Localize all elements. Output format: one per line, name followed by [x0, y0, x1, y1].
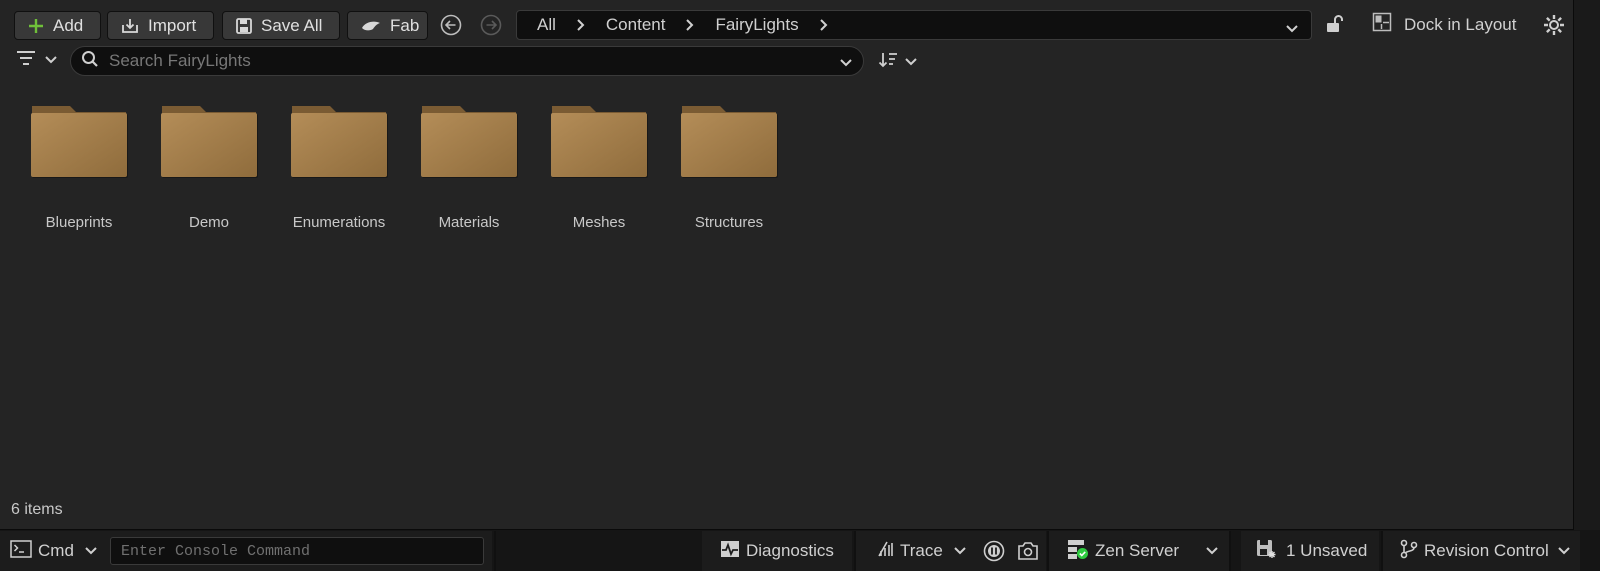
terminal-icon: [10, 539, 32, 563]
unsaved-button[interactable]: 1 Unsaved: [1256, 531, 1367, 571]
record-icon[interactable]: [983, 531, 1005, 571]
folder-label: Blueprints: [45, 214, 113, 231]
cmd-button[interactable]: Cmd: [10, 531, 98, 571]
folder-label: Materials: [438, 214, 500, 231]
item-count: 6 items: [11, 501, 63, 518]
search-box: [70, 46, 864, 76]
revision-control-label: Revision Control: [1424, 541, 1549, 560]
add-button[interactable]: Add: [14, 11, 101, 40]
plus-icon: [27, 17, 45, 35]
import-icon: [120, 17, 140, 35]
diagnostics-icon: [720, 540, 740, 563]
chevron-down-icon: [1205, 541, 1219, 561]
folder-icon: [550, 104, 648, 180]
console-command-input[interactable]: [110, 537, 484, 565]
chevron-down-icon: [44, 52, 58, 70]
breadcrumb-fairylights[interactable]: FairyLights: [713, 15, 800, 35]
fab-button[interactable]: Fab: [347, 11, 428, 40]
chevron-down-icon[interactable]: [839, 55, 853, 73]
filter-button[interactable]: [16, 50, 58, 71]
cmd-label: Cmd: [38, 541, 74, 560]
back-arrow-icon[interactable]: [439, 13, 463, 37]
status-bar: Cmd Diagnostics Trace Zen Server: [0, 531, 1600, 571]
divider: [1229, 531, 1231, 571]
save-icon: [235, 17, 253, 35]
save-all-label: Save All: [261, 15, 323, 35]
content-browser-panel: [0, 0, 1574, 530]
revision-control-button[interactable]: Revision Control: [1400, 531, 1571, 571]
branch-icon: [1400, 539, 1418, 564]
sort-button[interactable]: [878, 51, 918, 74]
chevron-down-icon[interactable]: [1285, 19, 1299, 39]
breadcrumb-all[interactable]: All: [535, 15, 558, 35]
forward-arrow-icon[interactable]: [479, 13, 503, 37]
diagnostics-label: Diagnostics: [746, 541, 834, 560]
layout-icon: [1372, 12, 1392, 37]
dock-in-layout-button[interactable]: Dock in Layout: [1372, 12, 1516, 37]
dock-label: Dock in Layout: [1404, 14, 1517, 34]
chevron-right-icon[interactable]: [667, 18, 713, 32]
zen-server-label: Zen Server: [1095, 541, 1180, 560]
folder-meshes[interactable]: Meshes: [534, 104, 664, 244]
chevron-down-icon: [84, 541, 98, 561]
side-strip: [1574, 0, 1600, 530]
trace-icon: [876, 540, 894, 563]
folder-icon: [680, 104, 778, 180]
folder-icon: [290, 104, 388, 180]
folder-icon: [30, 104, 128, 180]
filter-icon: [16, 50, 36, 71]
zen-server-icon: [1067, 538, 1089, 565]
add-label: Add: [53, 15, 84, 35]
sort-icon: [878, 51, 898, 74]
folder-demo[interactable]: Demo: [144, 104, 274, 244]
folder-grid: Blueprints Demo Enumerations Materials M…: [14, 104, 794, 244]
diagnostics-button[interactable]: Diagnostics: [720, 531, 834, 571]
unsaved-label: 1 Unsaved: [1286, 541, 1368, 560]
chevron-down-icon: [953, 541, 967, 561]
chevron-right-icon[interactable]: [801, 18, 847, 32]
chevron-down-icon: [1557, 541, 1571, 561]
folder-blueprints[interactable]: Blueprints: [14, 104, 144, 244]
divider: [494, 531, 496, 571]
breadcrumb-content[interactable]: Content: [604, 15, 668, 35]
folder-materials[interactable]: Materials: [404, 104, 534, 244]
gear-icon[interactable]: [1543, 14, 1565, 41]
import-button[interactable]: Import: [107, 11, 214, 40]
folder-label: Enumerations: [292, 214, 386, 231]
search-icon: [81, 50, 99, 73]
fab-label: Fab: [390, 15, 420, 35]
fab-icon: [360, 19, 382, 33]
zen-server-button[interactable]: Zen Server: [1067, 531, 1219, 571]
folder-icon: [420, 104, 518, 180]
folder-label: Structures: [694, 214, 764, 231]
trace-button[interactable]: Trace: [876, 531, 967, 571]
screenshot-icon[interactable]: [1017, 531, 1039, 571]
import-label: Import: [148, 15, 197, 35]
folder-label: Demo: [188, 214, 229, 231]
folder-label: Meshes: [572, 214, 626, 231]
folder-icon: [160, 104, 258, 180]
search-input[interactable]: [109, 51, 829, 71]
chevron-right-icon[interactable]: [558, 18, 604, 32]
breadcrumb: All Content FairyLights: [516, 10, 1312, 40]
folder-enumerations[interactable]: Enumerations: [274, 104, 404, 244]
chevron-down-icon: [904, 54, 918, 72]
save-all-button[interactable]: Save All: [222, 11, 340, 40]
unsaved-icon: [1256, 539, 1276, 564]
lock-icon[interactable]: [1325, 14, 1343, 39]
folder-structures[interactable]: Structures: [664, 104, 794, 244]
trace-label: Trace: [900, 541, 943, 560]
